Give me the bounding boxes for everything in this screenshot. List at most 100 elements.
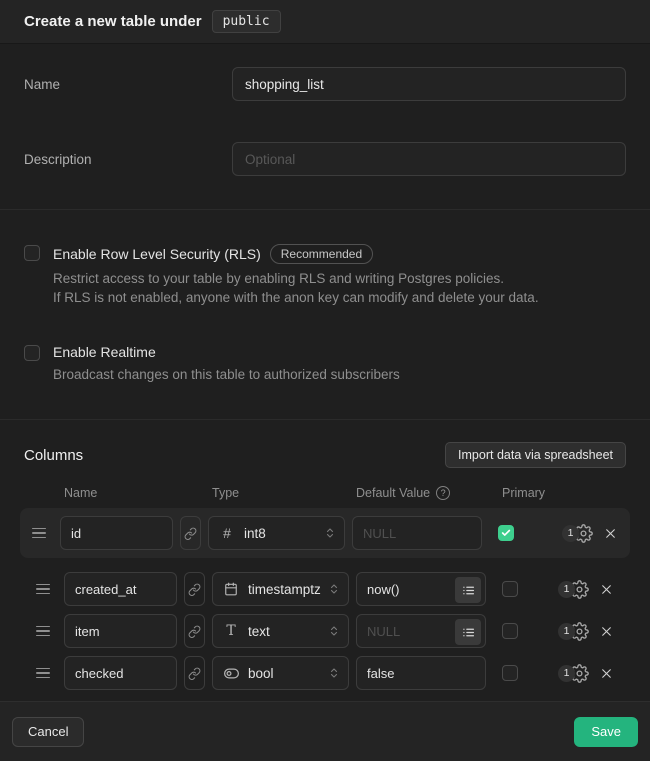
table-description-input[interactable] xyxy=(232,142,626,176)
rls-description: Restrict access to your table by enablin… xyxy=(53,269,539,307)
column-row: bool 1 xyxy=(24,656,626,690)
list-icon xyxy=(462,626,475,639)
column-type-select[interactable]: timestamptz xyxy=(212,572,349,606)
column-type-select[interactable]: bool xyxy=(212,656,349,690)
column-type-label: bool xyxy=(248,666,328,681)
options-section: Enable Row Level Security (RLS) Recommen… xyxy=(0,210,650,420)
drag-handle-icon[interactable] xyxy=(36,665,50,682)
description-label: Description xyxy=(24,152,232,167)
close-icon xyxy=(600,625,613,638)
column-row: timestamptz 1 xyxy=(24,572,626,606)
toggle-icon xyxy=(223,666,239,681)
drag-handle-icon[interactable] xyxy=(36,581,50,598)
realtime-block: Enable Realtime Broadcast changes on thi… xyxy=(24,344,626,384)
dialog-title: Create a new table under xyxy=(24,13,202,30)
close-icon xyxy=(604,527,617,540)
link-icon xyxy=(188,583,201,596)
column-name-input[interactable] xyxy=(64,614,177,648)
default-value-input[interactable] xyxy=(353,517,481,549)
import-spreadsheet-button[interactable]: Import data via spreadsheet xyxy=(445,442,626,468)
column-settings-button[interactable]: 1 xyxy=(558,580,589,599)
chevron-up-down-icon xyxy=(324,527,336,539)
chevron-up-down-icon xyxy=(328,583,340,595)
column-settings-button[interactable]: 1 xyxy=(558,622,589,641)
header-type: Type xyxy=(212,486,356,500)
check-icon xyxy=(501,528,511,538)
columns-header-row: Name Type Default Value ? Primary xyxy=(24,486,626,500)
realtime-checkbox[interactable] xyxy=(24,345,40,361)
default-value-field xyxy=(356,614,486,648)
foreign-key-link-button[interactable] xyxy=(184,572,205,606)
column-name-input[interactable] xyxy=(60,516,173,550)
settings-count-badge: 1 xyxy=(558,665,575,682)
name-row: Name xyxy=(24,67,626,101)
default-suggestions-button[interactable] xyxy=(455,577,481,603)
hash-icon: # xyxy=(219,525,235,541)
chevron-up-down-icon xyxy=(328,625,340,637)
default-value-input[interactable] xyxy=(357,657,485,689)
dialog-footer: Cancel Save xyxy=(0,701,650,761)
help-circle-icon[interactable]: ? xyxy=(436,486,450,500)
remove-column-button[interactable] xyxy=(602,525,618,541)
foreign-key-link-button[interactable] xyxy=(184,614,205,648)
table-name-input[interactable] xyxy=(232,67,626,101)
rls-label: Enable Row Level Security (RLS) xyxy=(53,246,261,262)
column-rows: # int8 1 xyxy=(24,508,626,690)
column-settings-button[interactable]: 1 xyxy=(558,664,589,683)
remove-column-button[interactable] xyxy=(598,665,614,681)
calendar-icon xyxy=(223,582,239,596)
drag-handle-icon[interactable] xyxy=(36,623,50,640)
description-row: Description xyxy=(24,142,626,176)
column-type-select[interactable]: T text xyxy=(212,614,349,648)
link-icon xyxy=(188,625,201,638)
schema-badge: public xyxy=(212,10,281,33)
drag-handle-icon[interactable] xyxy=(32,525,46,542)
default-value-field xyxy=(356,572,486,606)
column-name-input[interactable] xyxy=(64,572,177,606)
basic-info-section: Name Description xyxy=(0,44,650,210)
columns-section: Columns Import data via spreadsheet Name… xyxy=(0,420,650,701)
primary-checkbox[interactable] xyxy=(498,525,514,541)
columns-heading: Columns xyxy=(24,447,83,464)
rls-checkbox[interactable] xyxy=(24,245,40,261)
column-type-label: timestamptz xyxy=(248,582,328,597)
rls-block: Enable Row Level Security (RLS) Recommen… xyxy=(24,244,626,307)
foreign-key-link-button[interactable] xyxy=(184,656,205,690)
column-row: # int8 1 xyxy=(20,508,630,558)
chevron-up-down-icon xyxy=(328,667,340,679)
realtime-description: Broadcast changes on this table to autho… xyxy=(53,365,400,384)
close-icon xyxy=(600,667,613,680)
cancel-button[interactable]: Cancel xyxy=(12,717,84,747)
list-icon xyxy=(462,584,475,597)
header-name: Name xyxy=(64,486,212,500)
settings-count-badge: 1 xyxy=(558,581,575,598)
default-value-field xyxy=(356,656,486,690)
remove-column-button[interactable] xyxy=(598,623,614,639)
create-table-dialog: Create a new table under public Name Des… xyxy=(0,0,650,761)
settings-count-badge: 1 xyxy=(562,525,579,542)
recommended-badge: Recommended xyxy=(270,244,373,264)
header-default-value: Default Value xyxy=(356,486,430,500)
column-type-label: int8 xyxy=(244,526,324,541)
close-icon xyxy=(600,583,613,596)
save-button[interactable]: Save xyxy=(574,717,638,747)
dialog-header: Create a new table under public xyxy=(0,0,650,44)
text-icon: T xyxy=(223,623,239,639)
settings-count-badge: 1 xyxy=(558,623,575,640)
name-label: Name xyxy=(24,77,232,92)
column-name-input[interactable] xyxy=(64,656,177,690)
default-value-field xyxy=(352,516,482,550)
link-icon xyxy=(184,527,197,540)
link-icon xyxy=(188,667,201,680)
column-type-select[interactable]: # int8 xyxy=(208,516,345,550)
primary-checkbox[interactable] xyxy=(502,665,518,681)
realtime-label: Enable Realtime xyxy=(53,344,156,360)
column-settings-button[interactable]: 1 xyxy=(562,524,593,543)
primary-checkbox[interactable] xyxy=(502,623,518,639)
remove-column-button[interactable] xyxy=(598,581,614,597)
column-row: T text 1 xyxy=(24,614,626,648)
primary-checkbox[interactable] xyxy=(502,581,518,597)
column-type-label: text xyxy=(248,624,328,639)
foreign-key-link-button[interactable] xyxy=(180,516,201,550)
default-suggestions-button[interactable] xyxy=(455,619,481,645)
